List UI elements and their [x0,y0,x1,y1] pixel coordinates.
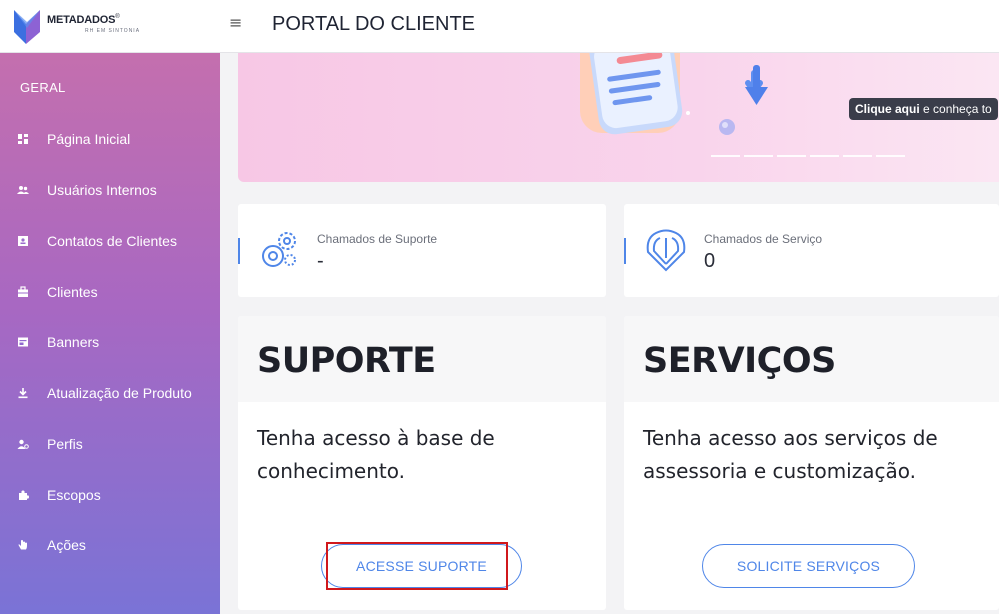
card-description-line: assessoria e customização. [643,459,916,483]
metadados-logo-icon [14,10,40,44]
card-title: SUPORTE [257,341,436,381]
card-description-line: Tenha acesso à base de [257,426,495,450]
card-description-line: Tenha acesso aos serviços de [643,426,938,450]
sidebar-item-label: Página Inicial [47,131,131,147]
hand-icon [18,540,27,550]
solicite-servicos-button[interactable]: SOLICITE SERVIÇOS [702,544,915,588]
sidebar: GERAL Página Inicial Usuários Internos C… [0,53,220,614]
card-header: SUPORTE [238,316,606,402]
hamburger-icon[interactable]: ≡ [229,15,245,31]
sidebar-item-perfis[interactable]: Perfis [0,424,220,464]
card-description: Tenha acesso aos serviços de assessoria … [643,422,983,488]
gears-icon [262,232,296,267]
briefcase-icon [18,286,28,297]
sidebar-section-label: GERAL [20,80,66,95]
logo-name: METADADOS® [47,14,120,26]
carousel-dot[interactable] [876,155,905,157]
sidebar-item-banners[interactable]: Banners [0,322,220,362]
page-title: PORTAL DO CLIENTE [272,13,476,35]
puzzle-icon [19,490,29,500]
profile-icon [17,439,29,449]
card-title: SERVIÇOS [643,341,836,381]
carousel-dot[interactable] [777,155,806,157]
acesse-suporte-button[interactable]: ACESSE SUPORTE [321,544,522,588]
stat-label: Chamados de Serviço [704,232,823,246]
contact-card-icon [18,236,28,246]
carousel-dot[interactable] [843,155,872,157]
sidebar-item-atualizacao-de-produto[interactable]: Atualização de Produto [0,373,220,413]
banner-icon [18,337,28,347]
arrow-down-icon [745,65,768,105]
card-header: SERVIÇOS [624,316,999,402]
card-suporte: SUPORTE Tenha acesso à base de conhecime… [238,316,606,610]
dashboard-icon [18,134,28,144]
sidebar-item-label: Contatos de Clientes [47,233,177,249]
stat-value: - [317,250,324,272]
card-servicos: SERVIÇOS Tenha acesso aos serviços de as… [624,316,999,610]
sidebar-item-pagina-inicial[interactable]: Página Inicial [0,119,220,159]
shield-tools-icon [646,229,686,272]
sidebar-item-contatos-de-clientes[interactable]: Contatos de Clientes [0,221,220,261]
top-header: METADADOS® RH EM SINTONIA ≡ PORTAL DO CL… [0,0,999,53]
document-illustration [580,53,763,135]
stat-accent-bar [238,238,240,264]
banner-cta-link[interactable]: Clique aqui e conheça to [849,98,998,120]
card-description: Tenha acesso à base de conhecimento. [257,422,597,488]
carousel-indicators [711,155,905,157]
sidebar-item-acoes[interactable]: Ações [0,525,220,565]
stat-accent-bar [624,238,626,264]
stat-value: 0 [704,250,716,272]
sidebar-item-usuarios-internos[interactable]: Usuários Internos [0,170,220,210]
sidebar-item-clientes[interactable]: Clientes [0,272,220,312]
stat-card-servico[interactable]: Chamados de Serviço 0 [624,204,999,297]
sidebar-item-escopos[interactable]: Escopos [0,475,220,515]
sidebar-item-label: Perfis [47,436,83,452]
download-icon [18,388,28,399]
sidebar-item-label: Banners [47,334,100,350]
sidebar-item-label: Usuários Internos [47,182,157,198]
sidebar-item-label: Atualização de Produto [47,385,192,401]
users-icon [17,186,29,194]
carousel-dot[interactable] [744,155,773,157]
stat-card-suporte[interactable]: Chamados de Suporte - [238,204,606,297]
card-description-line: conhecimento. [257,459,405,483]
decorative-bubble [719,119,735,135]
carousel-dot[interactable] [711,155,740,157]
stat-label: Chamados de Suporte [317,232,438,246]
sidebar-item-label: Clientes [47,284,98,300]
sidebar-item-label: Ações [47,537,86,553]
sidebar-item-label: Escopos [47,487,101,503]
logo-tagline: RH EM SINTONIA [85,28,141,34]
carousel-dot[interactable] [810,155,839,157]
